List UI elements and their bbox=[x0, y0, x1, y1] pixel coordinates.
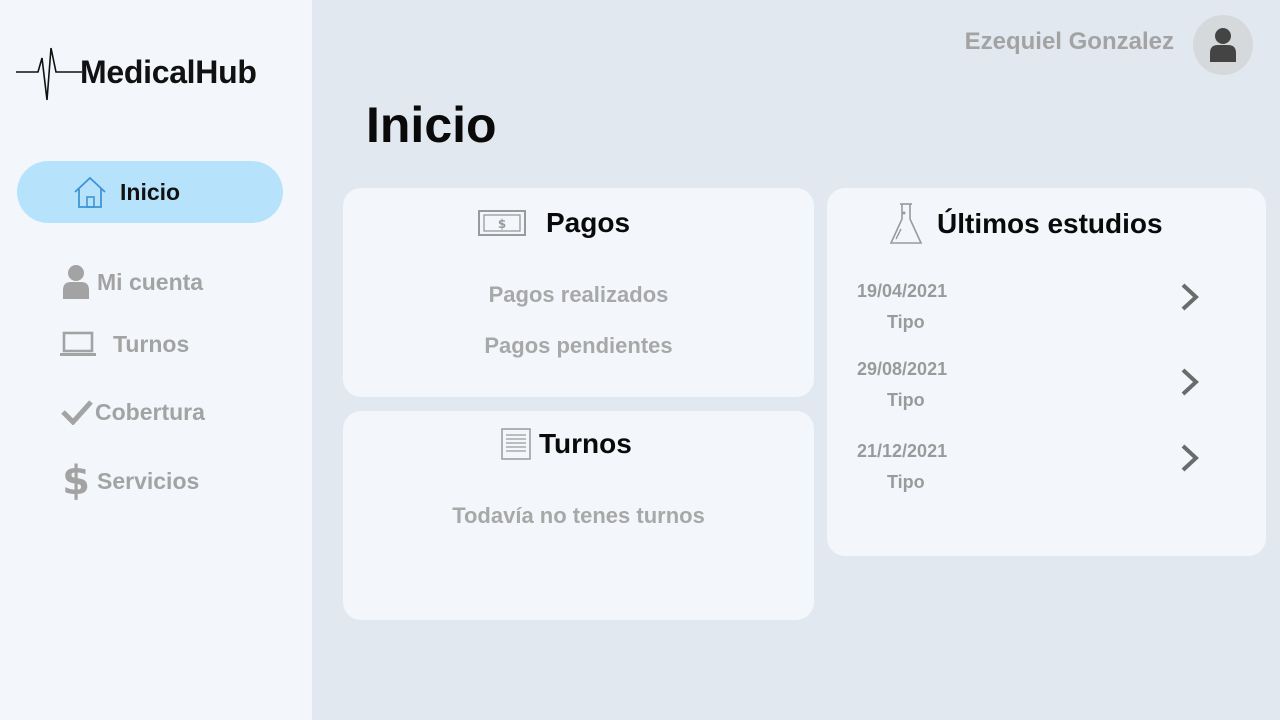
app-name: MedicalHub bbox=[80, 54, 257, 90]
sidebar-item-cobertura[interactable]: Cobertura bbox=[61, 393, 205, 431]
user-avatar-icon bbox=[1210, 28, 1236, 62]
document-icon bbox=[501, 428, 531, 460]
turnos-empty-message: Todavía no tenes turnos bbox=[452, 503, 705, 528]
chevron-right-icon[interactable] bbox=[1179, 281, 1201, 318]
list-item[interactable]: 29/08/2021 Tipo bbox=[857, 359, 1217, 419]
study-date: 29/08/2021 bbox=[857, 359, 948, 379]
flask-icon bbox=[889, 201, 923, 247]
study-type: Tipo bbox=[887, 312, 925, 332]
sidebar-item-label: Cobertura bbox=[95, 398, 205, 425]
app-logo[interactable]: MedicalHub bbox=[16, 42, 257, 102]
study-type: Tipo bbox=[887, 472, 925, 492]
list-item[interactable]: 21/12/2021 Tipo bbox=[857, 441, 1217, 501]
page-title: Inicio bbox=[366, 97, 497, 153]
estudios-title: Últimos estudios bbox=[937, 208, 1163, 239]
sidebar-item-label: Servicios bbox=[97, 467, 200, 494]
study-date: 21/12/2021 bbox=[857, 441, 948, 461]
dollar-icon: $ bbox=[62, 458, 90, 504]
study-date: 19/04/2021 bbox=[857, 281, 948, 301]
turnos-card-header: Turnos bbox=[501, 428, 632, 460]
sidebar: MedicalHub Inicio Mi cuenta Turnos Cober… bbox=[0, 0, 312, 720]
sidebar-item-label: Inicio bbox=[120, 178, 181, 205]
heartbeat-icon bbox=[16, 47, 82, 101]
chevron-right-icon[interactable] bbox=[1179, 366, 1201, 403]
sidebar-item-label: Turnos bbox=[113, 330, 190, 357]
estudios-card-header: Últimos estudios bbox=[889, 201, 1163, 247]
chevron-right-icon[interactable] bbox=[1179, 442, 1201, 479]
check-icon bbox=[61, 399, 93, 425]
banknote-icon: $ bbox=[478, 209, 526, 237]
sidebar-item-label: Mi cuenta bbox=[97, 268, 204, 295]
pagos-card-header: $ Pagos bbox=[478, 207, 630, 239]
user-icon bbox=[62, 264, 90, 300]
study-type: Tipo bbox=[887, 390, 925, 410]
list-item[interactable]: 19/04/2021 Tipo bbox=[857, 281, 1217, 341]
turnos-title: Turnos bbox=[539, 428, 632, 459]
sidebar-item-inicio[interactable]: Inicio bbox=[17, 161, 283, 223]
pagos-pendientes-link[interactable]: Pagos pendientes bbox=[343, 333, 814, 359]
avatar[interactable] bbox=[1193, 15, 1253, 75]
svg-text:$: $ bbox=[498, 217, 506, 231]
user-name[interactable]: Ezequiel Gonzalez bbox=[965, 28, 1174, 56]
sidebar-item-turnos[interactable]: Turnos bbox=[60, 325, 189, 363]
sidebar-item-mi-cuenta[interactable]: Mi cuenta bbox=[62, 262, 203, 302]
pagos-title: Pagos bbox=[546, 207, 631, 238]
turnos-card: Turnos Todavía no tenes turnos bbox=[343, 411, 814, 620]
laptop-icon bbox=[60, 330, 96, 358]
estudios-card: Últimos estudios 19/04/2021 Tipo 29/08/2… bbox=[827, 188, 1266, 556]
pagos-card: $ Pagos Pagos realizados Pagos pendiente… bbox=[343, 188, 814, 397]
home-icon bbox=[72, 174, 108, 210]
sidebar-item-servicios[interactable]: $ Servicios bbox=[62, 458, 199, 504]
pagos-realizados-link[interactable]: Pagos realizados bbox=[343, 282, 814, 308]
